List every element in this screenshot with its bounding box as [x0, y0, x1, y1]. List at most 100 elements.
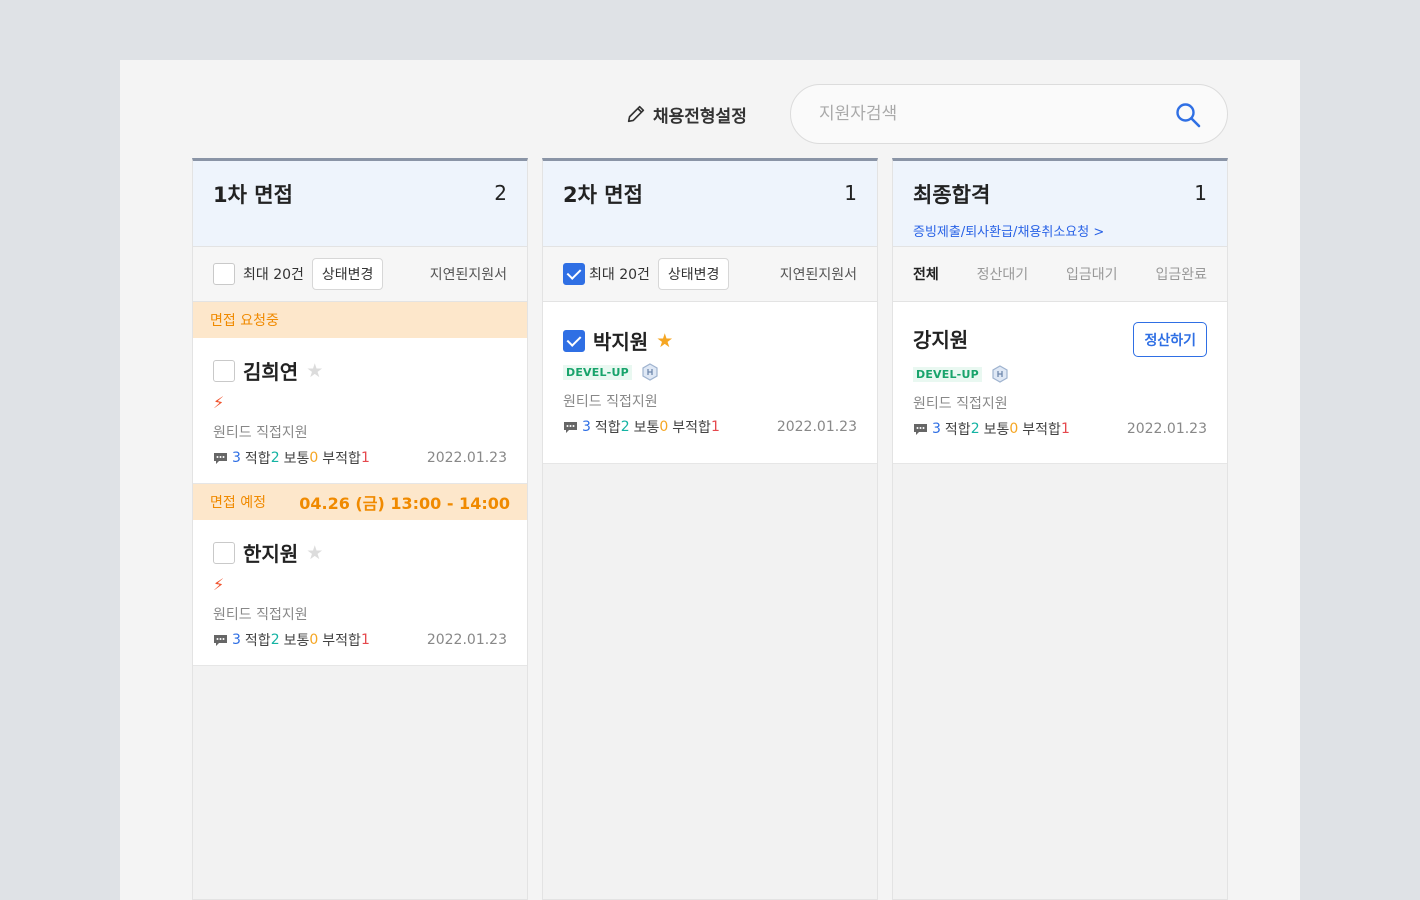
tab-payment-pending[interactable]: 입금대기	[1066, 264, 1118, 284]
star-icon[interactable]: ★	[306, 542, 323, 564]
evaluation-stats: 3 적합 2 보통 0 부적합 1 2022.01.23	[213, 630, 507, 650]
fit-label: 적합	[244, 451, 271, 467]
interview-scheduled-band: 면접 예정 04.26 (금) 13:00 - 14:00	[193, 484, 527, 520]
comment-count: 3	[232, 632, 241, 648]
normal-label: 보통	[283, 451, 310, 467]
column-count: 1	[844, 181, 857, 205]
fit-count: 2	[620, 419, 630, 435]
tab-all[interactable]: 전체	[913, 264, 939, 284]
column-first-interview: 1차 면접 2 최대 20건 상태변경 지연된지원서 면접 요청중 김희연 ★ …	[192, 158, 528, 900]
column-count: 1	[1194, 181, 1207, 205]
fit-label: 적합	[244, 633, 271, 649]
lightning-icon: ⚡	[213, 393, 225, 412]
band-label: 면접 예정	[210, 495, 266, 511]
unfit-count: 1	[360, 632, 370, 648]
applied-date: 2022.01.23	[426, 450, 507, 466]
column-header: 1차 면접 2	[193, 161, 527, 247]
applicant-name: 박지원	[593, 330, 649, 354]
unfit-count: 1	[360, 450, 370, 466]
comment-count: 3	[932, 421, 941, 437]
star-icon[interactable]: ★	[656, 330, 673, 352]
applicant-checkbox[interactable]	[213, 541, 235, 564]
applicant-card[interactable]: 김희연 ★ ⚡ 원티드 직접지원 3 적합 2 보통 0 부적합 1 2022.01.…	[193, 338, 527, 484]
evidence-refund-cancel-link[interactable]: 증빙제출/퇴사환급/채용취소요청 >	[913, 221, 1207, 240]
normal-label: 보통	[283, 633, 310, 649]
hexagon-badge-icon	[642, 363, 658, 381]
pencil-icon	[627, 105, 645, 123]
recruit-process-settings-link[interactable]: 채용전형설정	[625, 101, 747, 127]
lightning-icon: ⚡	[213, 575, 225, 594]
search-icon[interactable]	[1173, 100, 1203, 130]
column-header: 최종합격 1 증빙제출/퇴사환급/채용취소요청 >	[893, 161, 1227, 247]
applicant-card[interactable]: 박지원 ★ DEVEL-UP 원티드 직접지원 3 적합 2 보통 0 부적합 1 2…	[543, 302, 877, 464]
delayed-applications-link[interactable]: 지연된지원서	[780, 264, 857, 284]
band-label: 면접 요청중	[210, 313, 279, 329]
badge-row: DEVEL-UP	[563, 363, 857, 381]
application-source: 원티드 직접지원	[913, 396, 1008, 412]
column-second-interview: 2차 면접 1 최대 20건 상태변경 지연된지원서 박지원 ★ DEVEL-U…	[542, 158, 878, 900]
comment-icon	[214, 452, 227, 464]
change-status-button[interactable]: 상태변경	[311, 258, 384, 290]
comment-count: 3	[582, 419, 591, 435]
application-source: 원티드 직접지원	[213, 607, 308, 623]
comment-icon	[914, 423, 927, 435]
select-all-checkbox[interactable]	[563, 263, 585, 285]
fit-count: 2	[270, 632, 280, 648]
applied-date: 2022.01.23	[426, 632, 507, 648]
normal-label: 보통	[633, 420, 660, 436]
settlement-tabs: 전체 정산대기 입금대기 입금완료	[893, 247, 1227, 302]
normal-label: 보통	[983, 422, 1010, 438]
applicant-checkbox[interactable]	[213, 359, 235, 382]
comment-icon	[564, 421, 577, 433]
applicant-card[interactable]: 한지원 ★ ⚡ 원티드 직접지원 3 적합 2 보통 0 부적합 1 2022.01.…	[193, 520, 527, 666]
unfit-label: 부적합	[322, 451, 361, 467]
fit-label: 적합	[594, 420, 621, 436]
normal-count: 0	[1009, 421, 1019, 437]
column-title: 2차 면접	[563, 183, 643, 207]
tab-settlement-pending[interactable]: 정산대기	[977, 264, 1029, 284]
settle-button[interactable]: 정산하기	[1133, 322, 1207, 357]
devel-up-badge: DEVEL-UP	[563, 364, 632, 380]
fit-count: 2	[270, 450, 280, 466]
applicant-checkbox[interactable]	[563, 329, 585, 352]
badge-row: DEVEL-UP	[913, 365, 1207, 383]
star-icon[interactable]: ★	[306, 360, 323, 382]
unfit-count: 1	[1060, 421, 1070, 437]
card-name-row: 한지원 ★	[213, 520, 507, 567]
normal-count: 0	[309, 632, 319, 648]
hexagon-badge-icon	[992, 365, 1008, 383]
applicant-card[interactable]: 강지원 정산하기 DEVEL-UP 원티드 직접지원 3 적합 2 보통 0 부적합…	[893, 302, 1227, 464]
comment-count: 3	[232, 450, 241, 466]
interview-time: 04.26 (금) 13:00 - 14:00	[299, 494, 510, 513]
unfit-label: 부적합	[1022, 422, 1061, 438]
column-header: 2차 면접 1	[543, 161, 877, 247]
application-source: 원티드 직접지원	[563, 394, 658, 410]
recruit-process-settings-label: 채용전형설정	[653, 106, 747, 127]
select-all-checkbox[interactable]	[213, 263, 235, 285]
main-panel: 채용전형설정 1차 면접 2 최대 20건 상태변경 지연된지원서 면접 요청중…	[120, 60, 1300, 900]
evaluation-stats: 3 적합 2 보통 0 부적합 1 2022.01.23	[563, 417, 857, 437]
tab-payment-complete[interactable]: 입금완료	[1155, 264, 1207, 284]
column-count: 2	[494, 181, 507, 205]
applicant-search-input[interactable]	[819, 101, 1159, 127]
applicant-name: 김희연	[243, 360, 299, 384]
applicant-search-box	[790, 84, 1228, 144]
unfit-label: 부적합	[322, 633, 361, 649]
interview-requested-band: 면접 요청중	[193, 302, 527, 338]
column-toolbar: 최대 20건 상태변경 지연된지원서	[193, 247, 527, 302]
card-name-row: 박지원 ★	[563, 302, 857, 355]
card-name-row: 김희연 ★	[213, 338, 507, 385]
applied-date: 2022.01.23	[776, 419, 857, 435]
column-toolbar: 최대 20건 상태변경 지연된지원서	[543, 247, 877, 302]
comment-icon	[214, 634, 227, 646]
evaluation-stats: 3 적합 2 보통 0 부적합 1 2022.01.23	[213, 448, 507, 468]
applied-date: 2022.01.23	[1126, 421, 1207, 437]
delayed-applications-link[interactable]: 지연된지원서	[430, 264, 507, 284]
fit-label: 적합	[944, 422, 971, 438]
column-title: 1차 면접	[213, 183, 293, 207]
devel-up-badge: DEVEL-UP	[913, 366, 982, 382]
normal-count: 0	[309, 450, 319, 466]
applicant-name: 강지원	[913, 328, 969, 352]
change-status-button[interactable]: 상태변경	[657, 258, 730, 290]
evaluation-stats: 3 적합 2 보통 0 부적합 1 2022.01.23	[913, 419, 1207, 439]
